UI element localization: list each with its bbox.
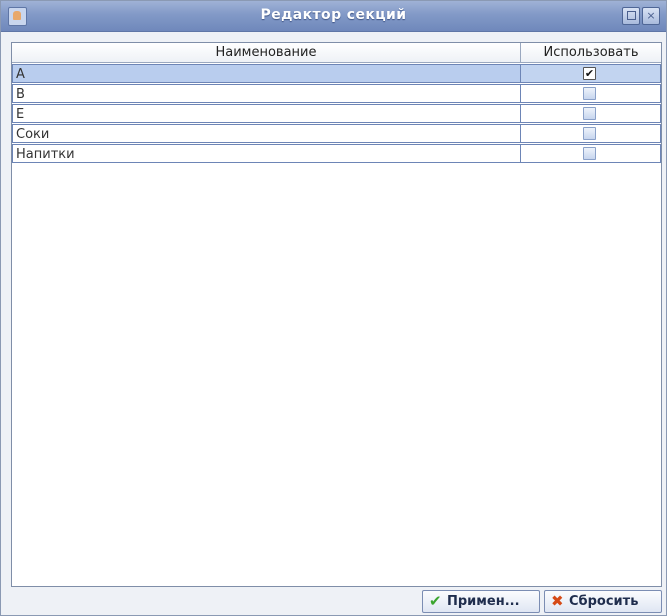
apply-button-label: Примен...: [447, 594, 520, 609]
use-checkbox[interactable]: ✔: [583, 67, 596, 80]
row-name-cell[interactable]: B: [12, 84, 520, 103]
column-header-use[interactable]: Использовать: [521, 43, 661, 63]
row-name-cell[interactable]: Соки: [12, 124, 520, 143]
row-name-cell[interactable]: A: [12, 64, 520, 83]
row-use-cell[interactable]: [520, 144, 661, 163]
use-checkbox[interactable]: [583, 127, 596, 140]
table-row[interactable]: E: [12, 104, 661, 124]
reset-button-label: Сбросить: [569, 594, 639, 609]
use-checkbox[interactable]: [583, 107, 596, 120]
apply-button[interactable]: ✔ Примен...: [422, 590, 540, 613]
table-row[interactable]: Напитки: [12, 144, 661, 164]
reset-button[interactable]: ✖ Сбросить: [544, 590, 662, 613]
table-row[interactable]: A ✔: [12, 64, 661, 84]
row-use-cell[interactable]: [520, 104, 661, 123]
restore-icon: [626, 11, 636, 20]
table-row[interactable]: B: [12, 84, 661, 104]
close-button[interactable]: ×: [642, 7, 660, 25]
window-title: Редактор секций: [260, 7, 407, 23]
restore-button[interactable]: [622, 7, 640, 25]
row-name-cell[interactable]: Напитки: [12, 144, 520, 163]
close-icon: ×: [646, 9, 656, 22]
table-row[interactable]: Соки: [12, 124, 661, 144]
row-use-cell[interactable]: ✔: [520, 64, 661, 83]
column-header-name[interactable]: Наименование: [12, 43, 521, 63]
use-checkbox[interactable]: [583, 147, 596, 160]
title-bar[interactable]: Редактор секций ×: [1, 1, 666, 32]
sections-table[interactable]: Наименование Использовать A ✔ B E Соки Н…: [11, 42, 662, 587]
use-checkbox[interactable]: [583, 87, 596, 100]
row-use-cell[interactable]: [520, 84, 661, 103]
row-name-cell[interactable]: E: [12, 104, 520, 123]
section-editor-window: Редактор секций × Наименование Использов…: [0, 0, 667, 616]
checkmark-icon: ✔: [429, 592, 442, 610]
cross-icon: ✖: [551, 592, 564, 610]
row-use-cell[interactable]: [520, 124, 661, 143]
